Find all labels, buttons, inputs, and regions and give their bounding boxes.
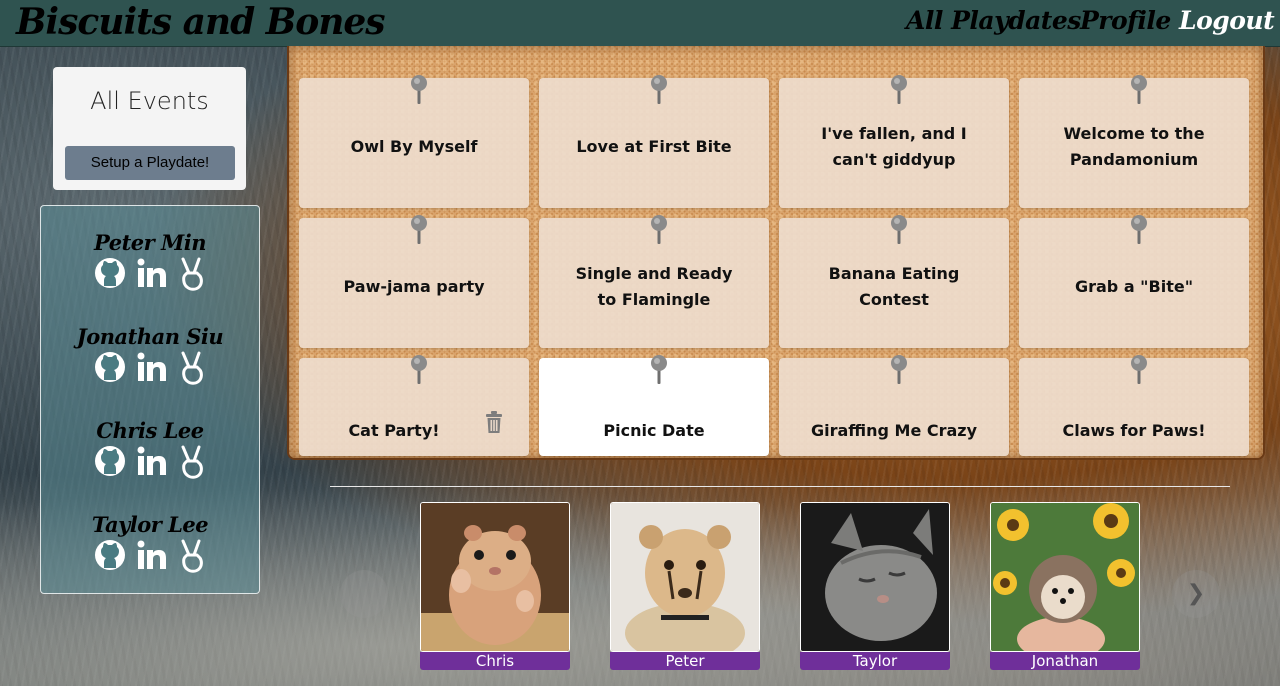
member-name: Taylor Lee [91, 512, 209, 537]
pet-card[interactable]: Peter [610, 502, 760, 670]
member-name: Chris Lee [96, 418, 204, 443]
events-title: All Events [90, 87, 209, 115]
github-icon[interactable] [94, 351, 126, 383]
event-title: Welcome to the Pandamonium [1063, 124, 1205, 169]
team-member: Chris Lee [41, 418, 259, 479]
linkedin-icon[interactable] [136, 351, 168, 383]
event-title: Single and Ready to Flamingle [575, 264, 733, 309]
event-note[interactable]: Giraffing Me Crazy [779, 355, 1009, 456]
trash-icon[interactable] [485, 411, 503, 433]
pet-photo-hamster [420, 502, 570, 652]
event-title: Grab a "Bite" [1074, 277, 1194, 296]
peace-hand-icon[interactable] [178, 351, 206, 385]
pet-card[interactable]: Jonathan [990, 502, 1140, 670]
pet-photo-cheetah-cub [610, 502, 760, 652]
github-icon[interactable] [94, 539, 126, 571]
pet-name: Peter [610, 652, 760, 670]
event-note[interactable]: Paw-jama party [299, 215, 529, 348]
setup-playdate-button[interactable]: Setup a Playdate! [65, 146, 235, 180]
event-title: Banana Eating Contest [828, 264, 960, 309]
event-note[interactable]: Owl By Myself [299, 75, 529, 208]
pet-name: Jonathan [990, 652, 1140, 670]
member-links [41, 539, 259, 573]
event-note[interactable]: Grab a "Bite" [1019, 215, 1249, 348]
peace-hand-icon[interactable] [178, 539, 206, 573]
section-divider [330, 486, 1230, 487]
nav-profile[interactable]: Profile [1080, 0, 1171, 46]
pet-name: Chris [420, 652, 570, 670]
peace-hand-icon[interactable] [178, 257, 206, 291]
member-links [41, 257, 259, 291]
event-title: Claws for Paws! [1062, 421, 1206, 440]
brand-logo[interactable]: Biscuits and Bones [16, 0, 386, 46]
member-links [41, 351, 259, 385]
github-icon[interactable] [94, 445, 126, 477]
event-title: Paw-jama party [343, 277, 485, 296]
linkedin-icon[interactable] [136, 257, 168, 289]
event-title: I've fallen, and Ican't giddyup [821, 124, 967, 169]
nav-logout[interactable]: Logout [1179, 0, 1275, 46]
peace-hand-icon[interactable] [178, 445, 206, 479]
team-member: Peter Min [41, 230, 259, 291]
events-card: All Events Setup a Playdate! [53, 67, 246, 190]
team-panel: Peter Min Jonathan Siu Chris Lee Taylor … [40, 205, 260, 594]
member-name: Peter Min [93, 230, 207, 255]
event-title: Owl By Myself [350, 137, 478, 156]
linkedin-icon[interactable] [136, 539, 168, 571]
cork-board: Owl By Myself Love at First Bite I've fa… [287, 46, 1265, 460]
nav-all-playdates[interactable]: All Playdates [906, 0, 1081, 46]
github-icon[interactable] [94, 257, 126, 289]
event-title: Love at First Bite [576, 137, 732, 156]
navbar: Biscuits and Bones All Playdates Profile… [0, 0, 1280, 47]
event-note[interactable]: Picnic Date [539, 355, 769, 456]
event-note[interactable]: Banana Eating Contest [779, 215, 1009, 348]
linkedin-icon[interactable] [136, 445, 168, 477]
pet-photo-gray-kitten [800, 502, 950, 652]
pet-name: Taylor [800, 652, 950, 670]
event-note[interactable]: Claws for Paws! [1019, 355, 1249, 456]
event-note[interactable]: Love at First Bite [539, 75, 769, 208]
event-note[interactable]: Cat Party! [299, 355, 529, 456]
pet-card[interactable]: Taylor [800, 502, 950, 670]
event-note[interactable]: I've fallen, and Ican't giddyup [779, 75, 1009, 208]
team-member: Jonathan Siu [41, 324, 259, 385]
team-member: Taylor Lee [41, 512, 259, 573]
event-note[interactable]: Welcome to the Pandamonium [1019, 75, 1249, 208]
event-title: Giraffing Me Crazy [810, 421, 978, 440]
pet-card[interactable]: Chris [420, 502, 570, 670]
member-links [41, 445, 259, 479]
chevron-right-icon[interactable]: ❯ [1172, 570, 1220, 618]
event-note[interactable]: Single and Ready to Flamingle [539, 215, 769, 348]
event-title: Picnic Date [603, 421, 705, 440]
chevron-left-icon[interactable] [340, 570, 388, 618]
pet-photo-hedgehog-sunflowers [990, 502, 1140, 652]
member-name: Jonathan Siu [76, 324, 224, 349]
